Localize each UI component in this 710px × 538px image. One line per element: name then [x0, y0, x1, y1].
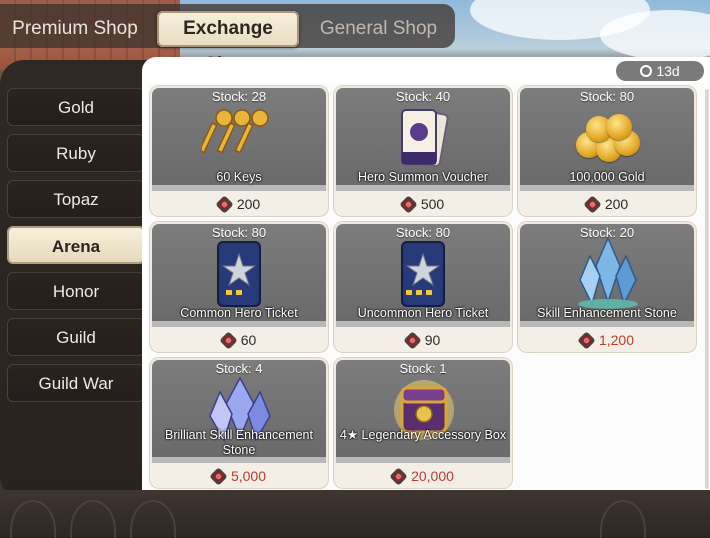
keys-icon: [202, 109, 269, 154]
stopwatch-icon: [640, 65, 653, 77]
price-value: 60: [240, 332, 257, 348]
shop-item-card[interactable]: Stock: 28 60 Keys 200: [150, 86, 328, 216]
item-name: Common Hero Ticket: [180, 306, 298, 320]
price-value: 90: [424, 332, 441, 348]
price-row: 90: [334, 331, 512, 350]
sidebar-item-arena[interactable]: Arena: [7, 226, 145, 264]
price-value: 1,200: [598, 332, 635, 348]
shop-panel: 13d Stock: 28 60 Keys 200 Stock: 40 Hero…: [142, 57, 710, 490]
price-value: 200: [236, 196, 261, 212]
item-name: 60 Keys: [216, 170, 262, 184]
arena-medal-icon: [399, 195, 418, 214]
hero-ticket-icon: [401, 241, 445, 307]
price-row: 200: [518, 195, 696, 214]
tab-exchange-shop[interactable]: Exchange Shop: [157, 11, 299, 75]
item-name: Uncommon Hero Ticket: [357, 306, 489, 320]
item-grid: Stock: 28 60 Keys 200 Stock: 40 Hero Sum…: [147, 83, 705, 490]
shop-item-card[interactable]: Stock: 20 Skill Enhancement Stone 1,200: [518, 222, 696, 352]
sidebar-item-guild-war[interactable]: Guild War: [7, 364, 145, 402]
shop-item-card[interactable]: Stock: 80 Common Hero Ticket 60: [150, 222, 328, 352]
price-value: 20,000: [411, 468, 454, 484]
price-value: 500: [420, 196, 445, 212]
shop-item-card[interactable]: Stock: 4 Brilliant Skill Enhancement Sto…: [150, 358, 328, 488]
price-row: 20,000: [334, 467, 512, 486]
arena-medal-icon: [219, 331, 238, 350]
item-name: Hero Summon Voucher: [358, 170, 488, 184]
sidebar-item-topaz[interactable]: Topaz: [7, 180, 145, 218]
hero-ticket-icon: [217, 241, 261, 307]
stock-label: Stock: 40: [395, 89, 451, 104]
arena-medal-icon: [215, 195, 234, 214]
voucher-icon: [401, 109, 449, 167]
shop-tabs: Premium Shop Exchange Shop General Shop: [0, 4, 455, 75]
stock-label: Stock: 80: [579, 89, 635, 104]
sidebar-item-honor[interactable]: Honor: [7, 272, 145, 310]
tab-general-shop[interactable]: General Shop: [306, 10, 451, 48]
arena-medal-icon: [389, 467, 408, 486]
item-name: Skill Enhancement Stone: [537, 306, 677, 320]
shop-item-card[interactable]: Stock: 80 100,000 Gold 200: [518, 86, 696, 216]
timer-value: 13d: [656, 63, 680, 79]
currency-sidebar: Gold Ruby Topaz Arena Honor Guild Guild …: [0, 60, 152, 500]
arena-medal-icon: [209, 467, 228, 486]
stock-label: Stock: 80: [395, 225, 451, 240]
scrollbar[interactable]: [705, 89, 709, 489]
stock-label: Stock: 28: [211, 89, 267, 104]
shop-item-card[interactable]: Stock: 1 4★ Legendary Accessory Box 20,0…: [334, 358, 512, 488]
arena-medal-icon: [583, 195, 602, 214]
price-row: 60: [150, 331, 328, 350]
arena-medal-icon: [577, 331, 596, 350]
shop-item-card[interactable]: Stock: 80 Uncommon Hero Ticket 90: [334, 222, 512, 352]
price-row: 5,000: [150, 467, 328, 486]
arena-medal-icon: [403, 331, 422, 350]
price-row: 1,200: [518, 331, 696, 350]
refresh-timer: 13d: [616, 61, 704, 81]
price-row: 500: [334, 195, 512, 214]
cloud: [600, 10, 710, 60]
stock-label: Stock: 80: [211, 225, 267, 240]
sidebar-item-gold[interactable]: Gold: [7, 88, 145, 126]
price-value: 200: [604, 196, 629, 212]
sidebar-item-ruby[interactable]: Ruby: [7, 134, 145, 172]
sidebar-item-guild[interactable]: Guild: [7, 318, 145, 356]
item-name: 4★ Legendary Accessory Box: [339, 428, 507, 442]
item-name: 100,000 Gold: [569, 170, 645, 184]
shop-item-card[interactable]: Stock: 40 Hero Summon Voucher 500: [334, 86, 512, 216]
tab-premium-shop[interactable]: Premium Shop: [0, 10, 150, 48]
item-name: Brilliant Skill Enhancement Stone: [165, 428, 313, 457]
price-value: 5,000: [230, 468, 267, 484]
price-row: 200: [150, 195, 328, 214]
crystal-icon: [578, 236, 638, 309]
gold-coins-icon: [568, 114, 648, 164]
